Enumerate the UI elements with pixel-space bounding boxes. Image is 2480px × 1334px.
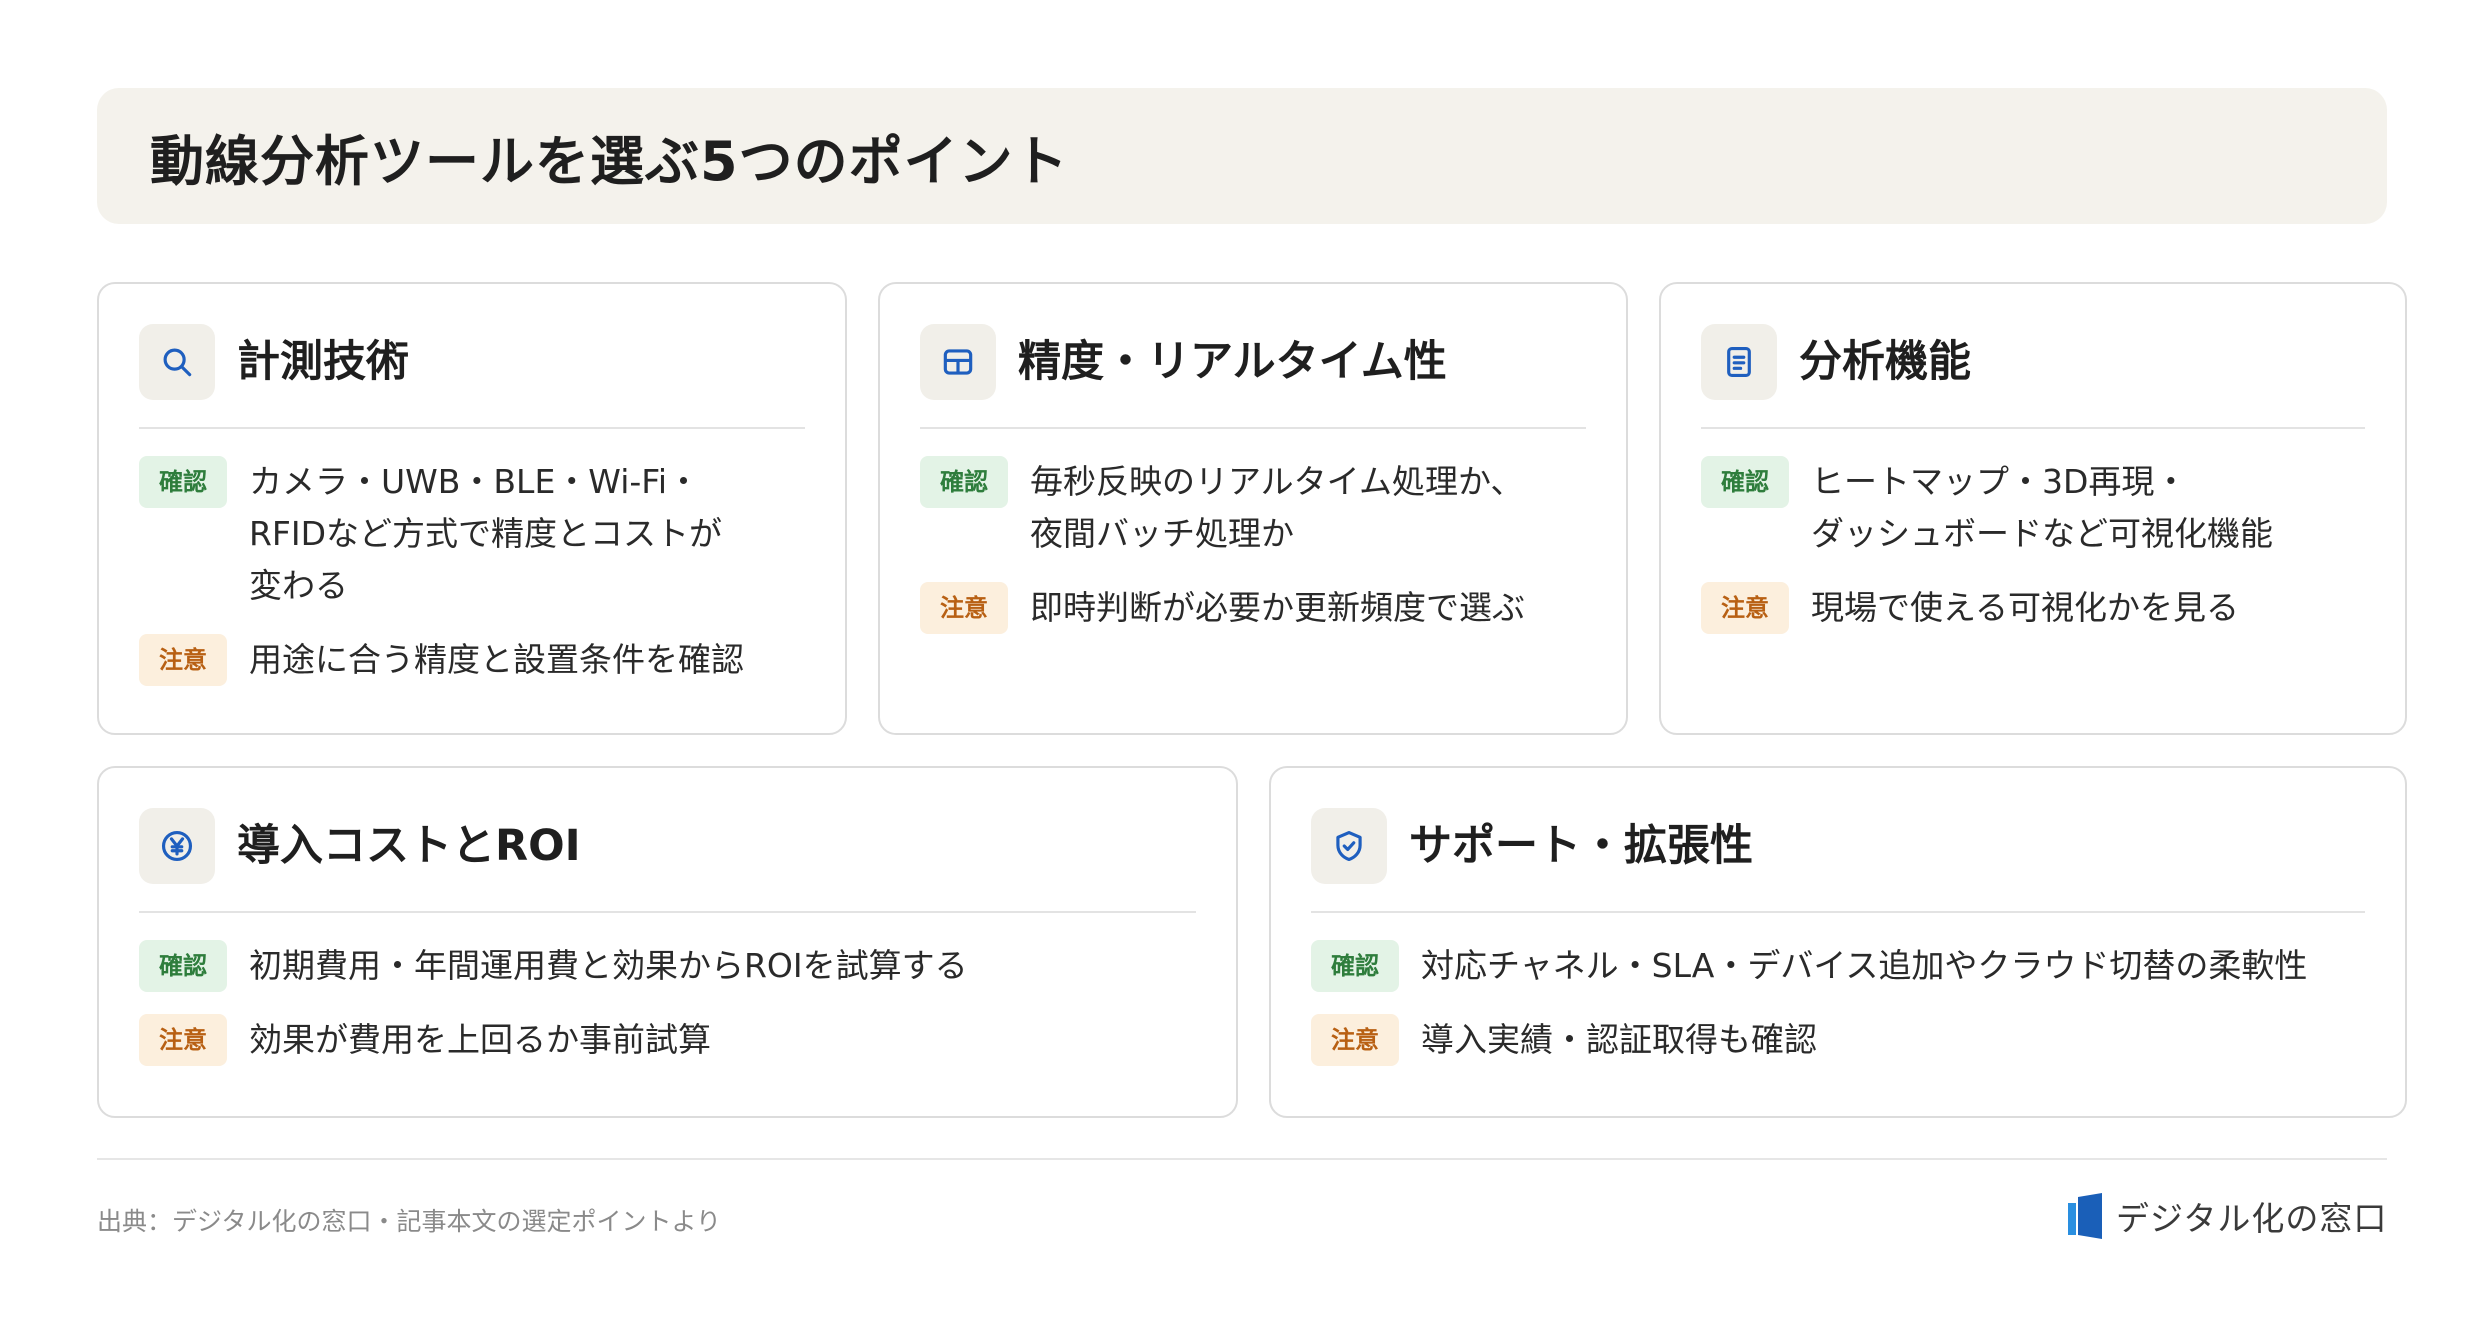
search-icon — [139, 324, 215, 400]
check-line: ダッシュボードなど可視化機能 — [1811, 514, 2273, 553]
note-text: 現場で使える可視化かを見る — [1811, 588, 2240, 627]
check-badge: 確認 — [1311, 940, 1399, 992]
card-title: 導入コストとROI — [237, 821, 581, 871]
source-note: 出典：デジタル化の窓口・記事本文の選定ポイントより — [97, 1207, 722, 1236]
note-badge: 注意 — [1311, 1014, 1399, 1066]
card-title: 分析機能 — [1799, 337, 1971, 387]
footer-divider — [97, 1158, 2387, 1160]
brand-logo: デジタル化の窓口 — [2068, 1192, 2387, 1240]
card-header: 導入コストとROI — [139, 808, 1196, 913]
card-support-scalability: サポート・拡張性 確認 対応チャネル・SLA・デバイス追加やクラウド切替の柔軟性… — [1269, 766, 2407, 1118]
note-badge: 注意 — [139, 1014, 227, 1066]
card-rows: 確認 毎秒反映のリアルタイム処理か、 夜間バッチ処理か 注意 即時判断が必要か更… — [920, 456, 1590, 656]
check-line: 毎秒反映のリアルタイム処理か、 — [1030, 462, 1524, 501]
document-icon — [1701, 324, 1777, 400]
check-row: 確認 対応チャネル・SLA・デバイス追加やクラウド切替の柔軟性 — [1311, 940, 2369, 992]
check-line: RFIDなど方式で精度とコストが — [249, 514, 723, 553]
note-badge: 注意 — [139, 634, 227, 686]
check-row: 確認 初期費用・年間運用費と効果からROIを試算する — [139, 940, 1200, 992]
infographic-page: 動線分析ツールを選ぶ5つのポイント 計測技術 確認 カメラ・UWB・BLE・Wi… — [0, 0, 2480, 1334]
check-text: カメラ・UWB・BLE・Wi-Fi・ RFIDなど方式で精度とコストが 変わる — [249, 456, 722, 612]
card-header: 計測技術 — [139, 324, 805, 429]
card-header: サポート・拡張性 — [1311, 808, 2365, 913]
check-line: カメラ・UWB・BLE・Wi-Fi・ — [249, 462, 701, 501]
card-title: サポート・拡張性 — [1409, 821, 1753, 871]
title-banner: 動線分析ツールを選ぶ5つのポイント — [97, 88, 2387, 224]
note-text: 即時判断が必要か更新頻度で選ぶ — [1030, 588, 1525, 627]
note-row: 注意 効果が費用を上回るか事前試算 — [139, 1014, 1200, 1066]
check-row: 確認 ヒートマップ・3D再現・ ダッシュボードなど可視化機能 — [1701, 456, 2369, 560]
note-badge: 注意 — [1701, 582, 1789, 634]
note-text: 効果が費用を上回るか事前試算 — [249, 1020, 711, 1059]
card-header: 分析機能 — [1701, 324, 2365, 429]
card-header: 精度・リアルタイム性 — [920, 324, 1586, 429]
check-text: 毎秒反映のリアルタイム処理か、 夜間バッチ処理か — [1030, 456, 1523, 560]
check-text: 初期費用・年間運用費と効果からROIを試算する — [249, 946, 968, 985]
check-row: 確認 毎秒反映のリアルタイム処理か、 夜間バッチ処理か — [920, 456, 1590, 560]
card-accuracy-realtime: 精度・リアルタイム性 確認 毎秒反映のリアルタイム処理か、 夜間バッチ処理か 注… — [878, 282, 1628, 735]
check-badge: 確認 — [920, 456, 1008, 508]
grid-icon — [920, 324, 996, 400]
note-badge: 注意 — [920, 582, 1008, 634]
check-line: 変わる — [249, 566, 348, 605]
check-text: 対応チャネル・SLA・デバイス追加やクラウド切替の柔軟性 — [1421, 946, 2308, 985]
brand-door-icon — [2068, 1193, 2102, 1239]
card-rows: 確認 対応チャネル・SLA・デバイス追加やクラウド切替の柔軟性 注意 導入実績・… — [1311, 940, 2369, 1088]
card-measurement-tech: 計測技術 確認 カメラ・UWB・BLE・Wi-Fi・ RFIDなど方式で精度とコ… — [97, 282, 847, 735]
check-line: 夜間バッチ処理か — [1030, 514, 1294, 553]
card-cost-roi: 導入コストとROI 確認 初期費用・年間運用費と効果からROIを試算する 注意 … — [97, 766, 1238, 1118]
brand-name: デジタル化の窓口 — [2116, 1199, 2388, 1238]
check-line: ヒートマップ・3D再現・ — [1811, 462, 2188, 501]
check-text: ヒートマップ・3D再現・ ダッシュボードなど可視化機能 — [1811, 456, 2273, 560]
page-title: 動線分析ツールを選ぶ5つのポイント — [150, 129, 1069, 193]
note-text: 導入実績・認証取得も確認 — [1421, 1020, 1817, 1059]
card-rows: 確認 初期費用・年間運用費と効果からROIを試算する 注意 効果が費用を上回るか… — [139, 940, 1200, 1088]
note-row: 注意 現場で使える可視化かを見る — [1701, 582, 2369, 634]
check-row: 確認 カメラ・UWB・BLE・Wi-Fi・ RFIDなど方式で精度とコストが 変… — [139, 456, 809, 612]
check-badge: 確認 — [139, 456, 227, 508]
card-rows: 確認 カメラ・UWB・BLE・Wi-Fi・ RFIDなど方式で精度とコストが 変… — [139, 456, 809, 708]
check-badge: 確認 — [139, 940, 227, 992]
card-analysis-features: 分析機能 確認 ヒートマップ・3D再現・ ダッシュボードなど可視化機能 注意 現… — [1659, 282, 2407, 735]
card-title: 計測技術 — [237, 337, 409, 387]
shield-icon — [1311, 808, 1387, 884]
card-title: 精度・リアルタイム性 — [1018, 337, 1447, 387]
note-row: 注意 用途に合う精度と設置条件を確認 — [139, 634, 809, 686]
check-badge: 確認 — [1701, 456, 1789, 508]
card-rows: 確認 ヒートマップ・3D再現・ ダッシュボードなど可視化機能 注意 現場で使える… — [1701, 456, 2369, 656]
note-text: 用途に合う精度と設置条件を確認 — [249, 640, 744, 679]
note-row: 注意 導入実績・認証取得も確認 — [1311, 1014, 2369, 1066]
note-row: 注意 即時判断が必要か更新頻度で選ぶ — [920, 582, 1590, 634]
yen-icon — [139, 808, 215, 884]
